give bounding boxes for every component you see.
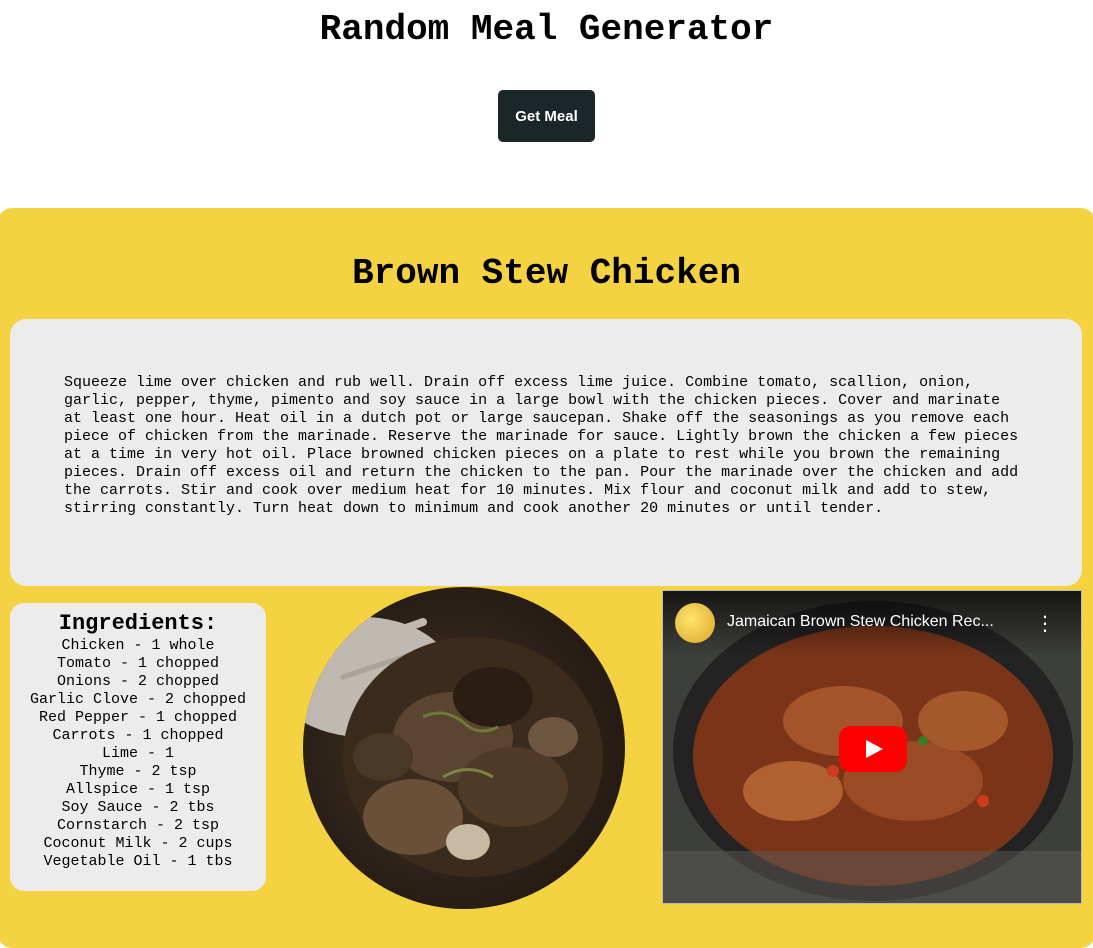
ingredient-item: Chicken - 1 whole bbox=[61, 637, 215, 654]
meal-photo-illustration bbox=[303, 617, 603, 877]
ingredient-item: Tomato - 1 chopped bbox=[56, 655, 220, 672]
ingredient-item: Red Pepper - 1 chopped bbox=[38, 709, 238, 726]
instructions-text: Squeeze lime over chicken and rub well. … bbox=[64, 374, 1019, 517]
meal-photo bbox=[303, 587, 625, 909]
ingredient-item: Vegetable Oil - 1 tbs bbox=[43, 853, 233, 870]
ingredient-item: Cornstarch - 2 tsp bbox=[56, 817, 220, 834]
channel-avatar[interactable] bbox=[675, 603, 715, 643]
ingredients-panel: Ingredients: Chicken - 1 whole Tomato - … bbox=[10, 603, 266, 891]
meal-name: Brown Stew Chicken bbox=[352, 253, 741, 294]
ingredient-item: Soy Sauce - 2 tbs bbox=[61, 799, 215, 816]
ingredients-title: Ingredients: bbox=[58, 611, 218, 636]
ingredient-item: Carrots - 1 chopped bbox=[52, 727, 224, 744]
video-player[interactable]: Jamaican Brown Stew Chicken Rec... ⋮ bbox=[662, 590, 1082, 904]
ingredient-item: Onions - 2 chopped bbox=[56, 673, 220, 690]
youtube-play-icon[interactable] bbox=[839, 726, 907, 772]
instructions-panel: Squeeze lime over chicken and rub well. … bbox=[10, 319, 1082, 586]
ingredients-list: Chicken - 1 whole Tomato - 1 chopped Oni… bbox=[10, 637, 266, 871]
ingredient-item: Lime - 1 bbox=[101, 745, 174, 762]
video-title[interactable]: Jamaican Brown Stew Chicken Rec... bbox=[727, 613, 1027, 631]
vertical-ellipsis-icon[interactable]: ⋮ bbox=[1035, 613, 1055, 633]
ingredient-item: Allspice - 1 tsp bbox=[65, 781, 211, 798]
ingredient-item: Garlic Clove - 2 chopped bbox=[29, 691, 247, 708]
ingredient-item: Coconut Milk - 2 cups bbox=[43, 835, 233, 852]
page-title: Random Meal Generator bbox=[319, 9, 774, 50]
get-meal-button[interactable]: Get Meal bbox=[498, 90, 595, 142]
ingredient-item: Thyme - 2 tsp bbox=[79, 763, 197, 780]
